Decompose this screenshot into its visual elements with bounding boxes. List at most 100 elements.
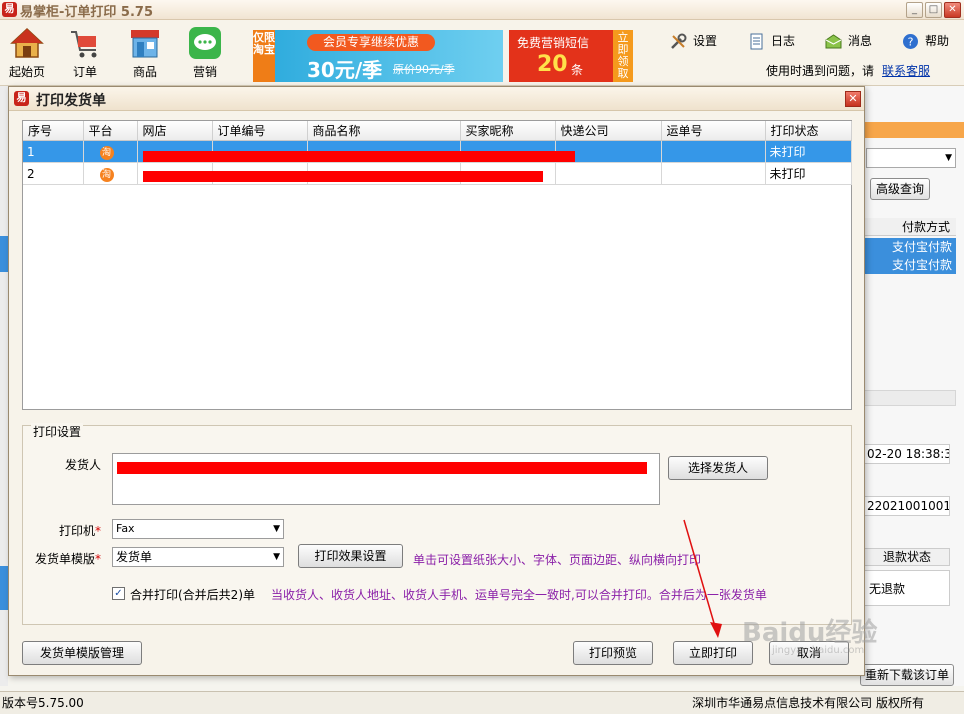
cell-waybill [661,140,766,163]
chevron-down-icon: ▼ [273,552,280,562]
toolbar-marketing[interactable]: 营销 [178,26,232,80]
sms-promo-title: 免费营销短信 [517,36,590,50]
print-settings-legend: 打印设置 [31,423,84,440]
merge-print-checkbox[interactable]: ✓ [112,587,125,600]
nav-help-label: 帮助 [925,34,950,48]
col-header-platform[interactable]: 平台 [83,121,138,141]
merge-print-label[interactable]: 合并打印(合并后共2)单 [130,586,255,603]
print-effect-settings-button[interactable]: 打印效果设置 [298,544,403,568]
background-time-field: 02-20 18:38:3 [864,444,950,464]
sms-promo-count: 20 [537,52,568,77]
nav-settings[interactable]: 设置 [670,32,717,50]
promo-price: 30元/季 [307,58,383,82]
status-bar: 版本号5.75.00 深圳市华通易点信息技术有限公司 版权所有 [0,691,964,714]
nav-log[interactable]: 日志 [748,32,795,50]
required-mark: * [95,552,101,566]
taobao-icon: 淘 [99,145,114,160]
payment-row-2[interactable]: 支付宝付款 [864,256,956,274]
help-icon: ? [902,33,919,50]
background-scrollbar[interactable] [864,390,956,406]
cell-print-status: 未打印 [765,162,852,185]
sms-promo-unit: 条 [571,63,584,77]
payment-method-header: 付款方式 [864,218,956,236]
col-header-product[interactable]: 商品名称 [307,121,461,141]
toolbar-products-label: 商品 [132,65,157,79]
redownload-order-button[interactable]: 重新下载该订单 [860,664,954,686]
cell-no: 1 [23,140,84,163]
template-label: 发货单模版* [23,550,101,567]
shop-icon [128,26,162,60]
chevron-down-icon: ▼ [945,153,952,163]
nav-help[interactable]: ? 帮助 [902,32,949,50]
minimize-button[interactable]: _ [906,2,923,18]
toolbar-marketing-label: 营销 [192,65,217,79]
refund-status-value: 无退款 [864,570,950,606]
taobao-promo-banner[interactable]: 仅限淘宝 会员专享继续优惠 30元/季 原价90元/季 [253,30,503,82]
nav-settings-label: 设置 [693,34,718,48]
advanced-query-button[interactable]: 高级查询 [870,178,930,200]
dialog-title: 打印发货单 [36,93,106,109]
toolbar-products[interactable]: 商品 [118,26,172,80]
app-titlebar: 易 易掌柜-订单打印 5.75 _ □ ✕ [0,0,964,20]
merge-print-hint: 当收货人、收货人地址、收货人手机、运单号完全一致时,可以合并打印。合并后为一张发… [271,588,767,602]
refund-status-header: 退款状态 [864,548,950,566]
col-header-express[interactable]: 快递公司 [555,121,662,141]
orders-grid: 序号 平台 网店 订单编号 商品名称 买家昵称 快递公司 运单号 打印状态 1 … [22,120,852,410]
toolbar-orders[interactable]: 订单 [58,26,112,80]
cell-waybill [661,162,766,185]
redaction-mark [143,151,575,162]
promo-side-tag: 仅限淘宝 [253,30,275,82]
template-select-value: 发货单 [116,550,153,564]
background-orange-strip [864,122,964,138]
sms-promo-banner[interactable]: 免费营销短信 20 条 立即领取 [509,30,633,82]
print-preview-button[interactable]: 打印预览 [573,641,653,665]
redaction-mark [143,171,543,182]
help-line: 使用时遇到问题，请 联系客服 [766,62,930,79]
close-button[interactable]: ✕ [944,2,961,18]
home-icon [10,26,44,60]
version-label: 版本号5.75.00 [2,696,84,710]
watermark-brand: Baidu经验 [742,618,878,648]
printer-label: 打印机* [23,522,101,539]
printer-label-text: 打印机 [58,524,95,538]
print-invoice-dialog: 易 打印发货单 ✕ 序号 平台 网店 订单编号 商品名称 买家昵称 快递公司 运… [8,86,865,676]
col-header-shop[interactable]: 网店 [137,121,213,141]
payment-row-1[interactable]: 支付宝付款 [864,238,956,256]
svg-text:?: ? [908,36,914,49]
nav-log-label: 日志 [771,34,796,48]
cart-icon [68,26,102,60]
required-mark: * [95,524,101,538]
template-select[interactable]: 发货单 ▼ [112,547,284,567]
app-title: 易掌柜-订单打印 5.75 [20,5,153,20]
shipper-textarea[interactable] [112,453,660,505]
toolbar-home[interactable]: 起始页 [0,26,54,80]
contact-support-link[interactable]: 联系客服 [882,64,930,78]
chat-icon [188,26,222,60]
chevron-down-icon: ▼ [273,524,280,534]
dialog-titlebar: 易 打印发货单 ✕ [9,87,864,111]
col-header-print-status[interactable]: 打印状态 [765,121,852,141]
background-order-field: 22021001001 [864,496,950,516]
promo-original-price: 原价90元/季 [393,63,455,76]
maximize-button[interactable]: □ [925,2,942,18]
col-header-waybill[interactable]: 运单号 [661,121,766,141]
printer-select[interactable]: Fax ▼ [112,519,284,539]
print-effect-hint: 单击可设置纸张大小、字体、页面边距、纵向横向打印 [413,553,702,567]
sms-promo-side: 立即领取 [613,30,633,82]
printer-select-value: Fax [116,522,135,535]
select-shipper-button[interactable]: 选择发货人 [668,456,768,480]
background-left-selection-2 [0,566,8,610]
log-icon [748,33,765,50]
col-header-buyer[interactable]: 买家昵称 [460,121,556,141]
cell-express [555,162,662,185]
template-management-button[interactable]: 发货单模版管理 [22,641,142,665]
background-dropdown[interactable]: ▼ [866,148,956,168]
dialog-close-button[interactable]: ✕ [845,91,861,107]
nav-message[interactable]: 消息 [825,32,872,50]
dialog-logo-icon: 易 [14,91,29,106]
taobao-icon: 淘 [99,167,114,182]
col-header-no[interactable]: 序号 [23,121,84,141]
col-header-order-no[interactable]: 订单编号 [212,121,308,141]
template-label-text: 发货单模版 [34,552,95,566]
print-now-button[interactable]: 立即打印 [673,641,753,665]
